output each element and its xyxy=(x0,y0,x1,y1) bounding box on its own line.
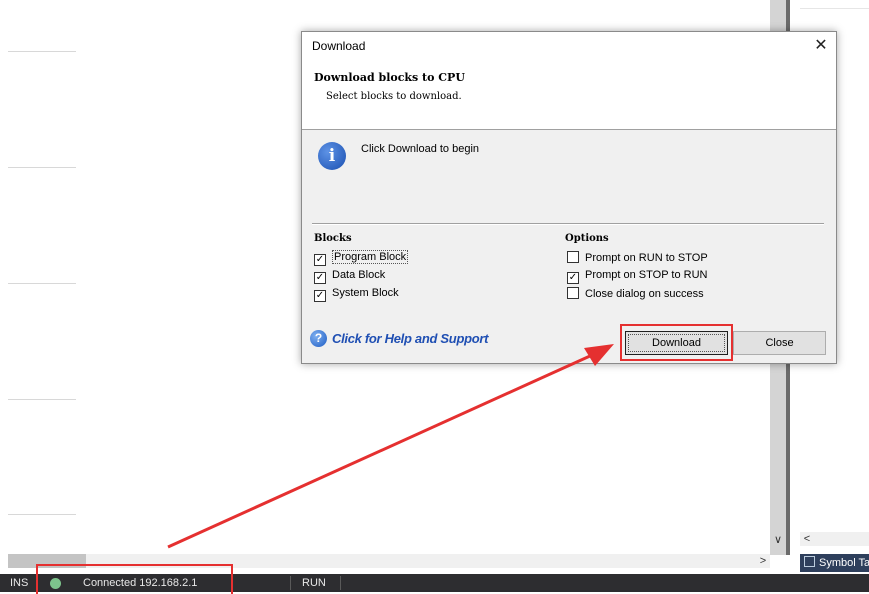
annotation-arrow xyxy=(167,344,614,549)
